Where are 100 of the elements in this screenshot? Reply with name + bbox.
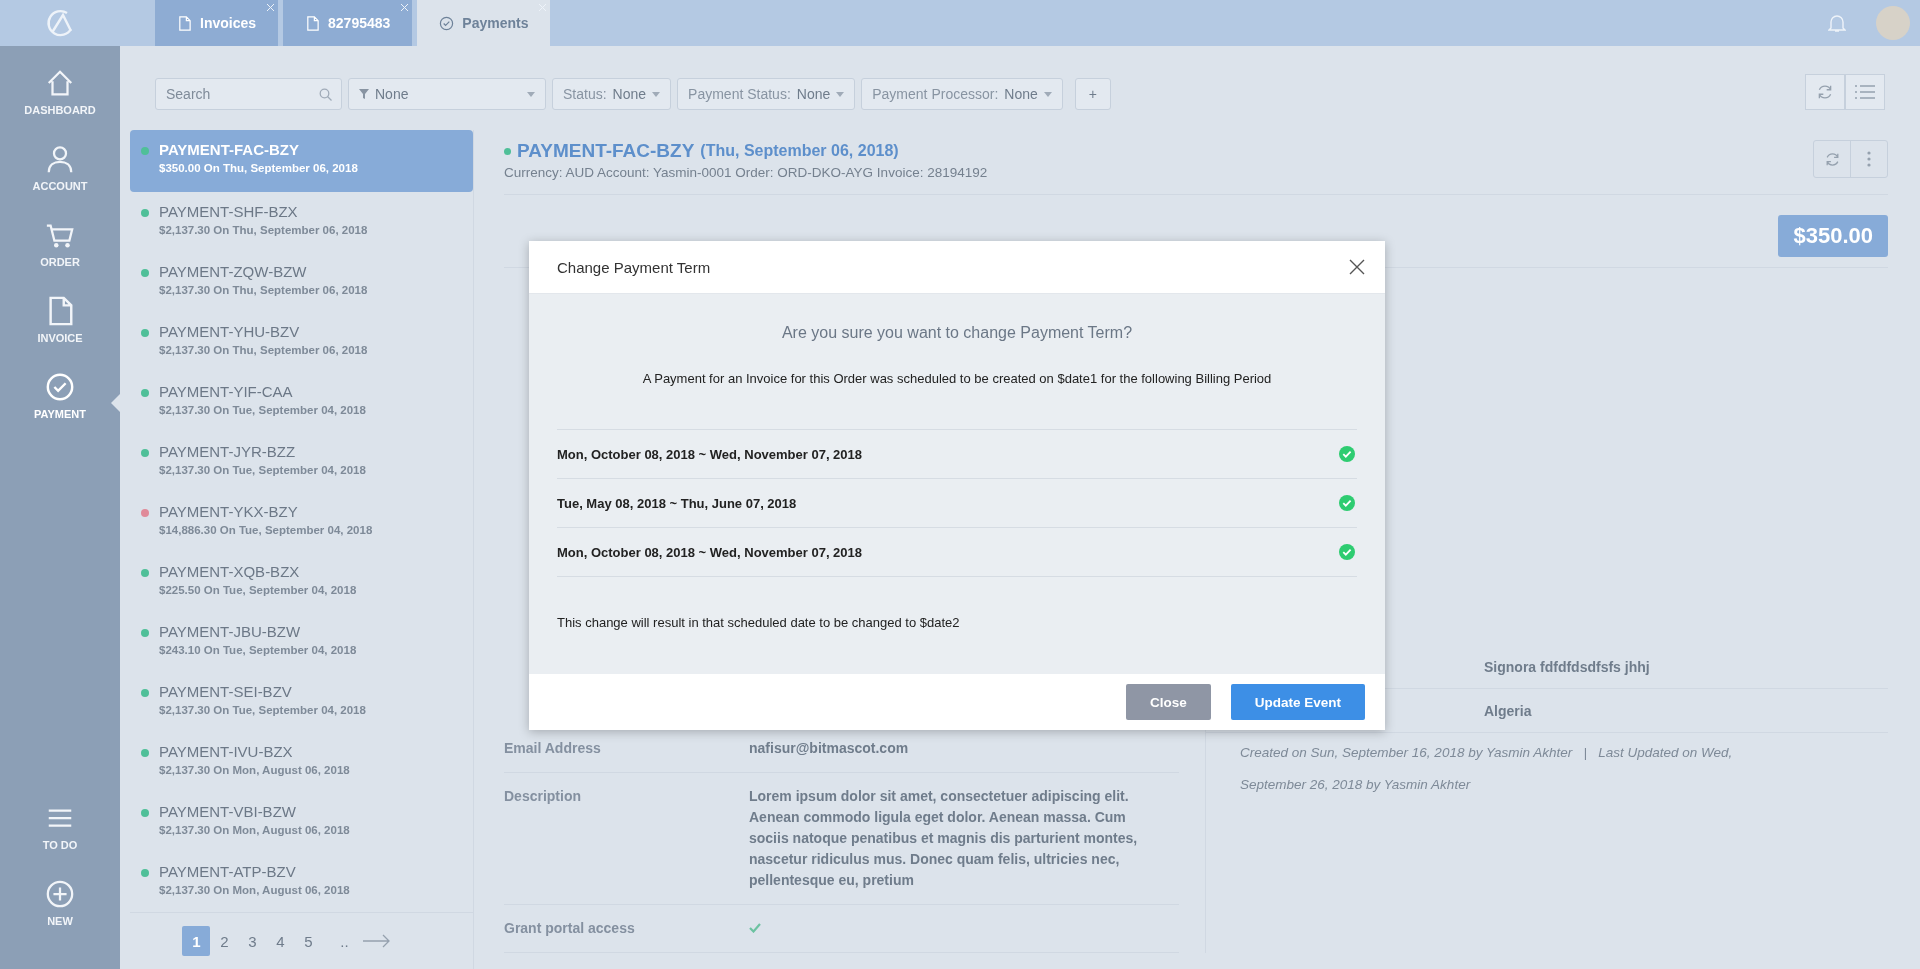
payment-item[interactable]: PAYMENT-ZQW-BZW $2,137.30 On Thu, September 06, 2018 <box>130 251 473 312</box>
payment-title: PAYMENT-JBU-BZW <box>159 622 302 643</box>
list-view-button[interactable] <box>1845 74 1885 110</box>
payment-item[interactable]: PAYMENT-VBI-BZW $2,137.30 On Mon, August 06, 2018 <box>130 792 473 852</box>
payment-subtitle: $2,137.30 On Mon, August 06, 2018 <box>159 823 350 839</box>
payment-title: PAYMENT-VBI-BZW <box>159 802 297 823</box>
refresh-icon <box>1816 83 1834 101</box>
filter-dropdown[interactable]: None <box>348 78 546 110</box>
payment-subtitle: $2,137.30 On Mon, August 06, 2018 <box>159 883 350 899</box>
payment-title: PAYMENT-IVU-BZX <box>159 742 294 763</box>
nav-item[interactable]: DASHBOARD <box>0 68 120 144</box>
payment-subtitle: $2,137.30 On Tue, September 04, 2018 <box>159 462 366 478</box>
filter-dropdown[interactable]: Payment Processor: None <box>861 78 1063 110</box>
caret-icon <box>652 91 661 97</box>
nav-item[interactable]: INVOICE <box>0 296 120 372</box>
payment-item[interactable]: PAYMENT-JYR-BZZ $2,137.30 On Tue, September 04, 2018 <box>130 431 473 492</box>
payment-title: PAYMENT-SHF-BZX <box>159 201 299 222</box>
modal-title: Change Payment Term <box>557 258 711 276</box>
search-field[interactable]: Search <box>155 78 342 110</box>
add-filter-button[interactable]: + <box>1074 78 1111 110</box>
payment-subtitle: $243.10 On Tue, September 04, 2018 <box>159 643 357 659</box>
field-value: Lorem ipsum dolor sit amet, consectetuer adipiscing elit. Aenean commodo ligula eget dolor. Aenean massa. Cum sociis natoque penatibus et magnis dis parturient montes, nascetur ridiculus mus. Donec quam felis, ultricies nec, pellentesque eu, pretium <box>749 787 1139 890</box>
payment-item[interactable]: PAYMENT-YHU-BZV $2,137.30 On Thu, September 06, 2018 <box>130 311 473 372</box>
caret-icon <box>836 91 845 97</box>
payment-item[interactable]: PAYMENT-XQB-BZX $225.50 On Tue, September 04, 2018 <box>130 552 473 612</box>
payment-title: PAYMENT-YIF-CAA <box>159 381 294 402</box>
payment-title: PAYMENT-XQB-BZX <box>159 562 301 583</box>
payment-subtitle: $350.00 On Thu, September 06, 2018 <box>159 161 358 176</box>
payment-item[interactable]: PAYMENT-SHF-BZX $2,137.30 On Thu, September 06, 2018 <box>130 191 473 252</box>
confirm-question: Are you sure you want to change Payment Term? <box>780 323 1134 343</box>
field-value: Algeria <box>1484 703 1533 719</box>
payment-title: PAYMENT-SEI-BZV <box>159 682 293 703</box>
filter-icon <box>359 89 369 99</box>
page-link[interactable]: 5 <box>294 926 323 957</box>
field-label: Description <box>504 787 582 806</box>
payment-item[interactable]: PAYMENT-SEI-BZV $2,137.30 On Tue, September 04, 2018 <box>130 672 473 732</box>
home-icon <box>45 68 75 98</box>
plus-circle-icon <box>45 879 75 909</box>
payment-item[interactable]: PAYMENT-IVU-BZX $2,137.30 On Mon, August 06, 2018 <box>130 732 473 792</box>
caret-icon <box>1043 91 1052 97</box>
status-dot <box>504 147 511 155</box>
nav-item[interactable]: PAYMENT <box>0 372 120 448</box>
page-link[interactable]: 2 <box>210 926 239 957</box>
field-label: Grant portal access <box>504 919 636 938</box>
check-circle-icon <box>45 372 75 402</box>
payment-title: PAYMENT-ATP-BZV <box>159 862 297 883</box>
modal-message: A Payment for an Invoice for this Order was scheduled to be created on $date1 for the following Billing Period <box>641 370 1273 388</box>
selection-pointer <box>111 394 120 412</box>
payment-title: PAYMENT-YKX-BZY <box>159 501 299 522</box>
payment-item[interactable]: PAYMENT-YKX-BZY $14,886.30 On Tue, September 04, 2018 <box>130 491 473 552</box>
payment-subtitle: $2,137.30 On Mon, August 06, 2018 <box>159 763 350 779</box>
field-value: nafisur@bitmascot.com <box>749 739 910 758</box>
list-icon <box>1855 85 1875 99</box>
payment-title: PAYMENT-ZQW-BZW <box>159 261 308 282</box>
user-icon <box>45 144 75 174</box>
field-value: Signora fdfdfdsdfsfs jhhj <box>1484 659 1651 675</box>
payment-title: PAYMENT-FAC-BZY <box>159 140 300 160</box>
more-icon <box>1867 151 1871 167</box>
payment-subtitle: $2,137.30 On Thu, September 06, 2018 <box>159 282 368 298</box>
payment-subtitle: $225.50 On Tue, September 04, 2018 <box>159 583 357 599</box>
close-button[interactable]: Close <box>1125 684 1211 720</box>
nav-item[interactable]: ACCOUNT <box>0 144 120 220</box>
payment-subtitle: $14,886.30 On Tue, September 04, 2018 <box>159 522 373 538</box>
update-event-button[interactable]: Update Event <box>1230 684 1365 720</box>
filter-dropdown[interactable]: Status: None <box>552 78 672 110</box>
nav-item[interactable]: ORDER <box>0 220 120 296</box>
avatar[interactable] <box>1876 6 1910 40</box>
payment-item[interactable]: PAYMENT-ATP-BZV $2,137.30 On Mon, August 06, 2018 <box>130 852 473 912</box>
payment-subtitle: $2,137.30 On Tue, September 04, 2018 <box>159 402 366 418</box>
tab[interactable]: Payments <box>417 0 551 46</box>
refresh-button[interactable] <box>1805 74 1845 110</box>
check-circle-icon <box>439 15 455 31</box>
nav-item[interactable]: TO DO <box>0 803 120 879</box>
payment-item[interactable]: PAYMENT-YIF-CAA $2,137.30 On Tue, September 04, 2018 <box>130 371 473 432</box>
page-link[interactable]: 1 <box>182 926 211 957</box>
caret-icon <box>527 91 535 97</box>
document-icon <box>177 15 192 31</box>
next-arrow-icon[interactable] <box>362 934 391 949</box>
billing-period: Mon, October 08, 2018 ~ Wed, November 07, 2018 <box>557 446 863 462</box>
page-link[interactable]: 3 <box>238 926 267 957</box>
payment-item[interactable]: PAYMENT-FAC-BZY $350.00 On Thu, September 06, 2018 <box>130 130 473 192</box>
payment-item[interactable]: PAYMENT-JBU-BZW $243.10 On Tue, September 04, 2018 <box>130 612 473 672</box>
document-icon <box>305 15 321 31</box>
page-link[interactable]: 4 <box>266 926 295 957</box>
filter-dropdown[interactable]: Payment Status: None <box>677 78 856 110</box>
bell-icon[interactable] <box>1828 13 1846 33</box>
field-label: Email Address <box>504 739 602 758</box>
tab[interactable]: 82795483 <box>283 0 413 46</box>
modal-note: This change will result in that scheduled date to be changed to $date2 <box>557 614 961 632</box>
nav-item[interactable]: NEW <box>0 879 120 955</box>
tab[interactable]: Invoices <box>155 0 279 46</box>
amount-badge: $350.00 <box>1778 215 1888 257</box>
payment-subtitle: $2,137.30 On Tue, September 04, 2018 <box>159 703 366 719</box>
payment-meta: Currency: AUD Account: Yasmin-0001 Order: ORD-DKO-AYG Invoice: 28194192 <box>504 165 988 180</box>
billing-period: Tue, May 08, 2018 ~ Thu, June 07, 2018 <box>557 495 797 511</box>
audit-text: Created on Sun, September 16, 2018 by Yasmin Akhter | Last Updated on Wed, September 26, 2018 by Yasmin Akhter <box>1239 744 1734 794</box>
payment-date: (Thu, September 06, 2018) <box>700 142 899 160</box>
payment-title: PAYMENT-YHU-BZV <box>159 321 301 342</box>
payment-title: PAYMENT-JYR-BZZ <box>159 441 297 462</box>
pagination-ellipsis: .. <box>340 932 349 950</box>
